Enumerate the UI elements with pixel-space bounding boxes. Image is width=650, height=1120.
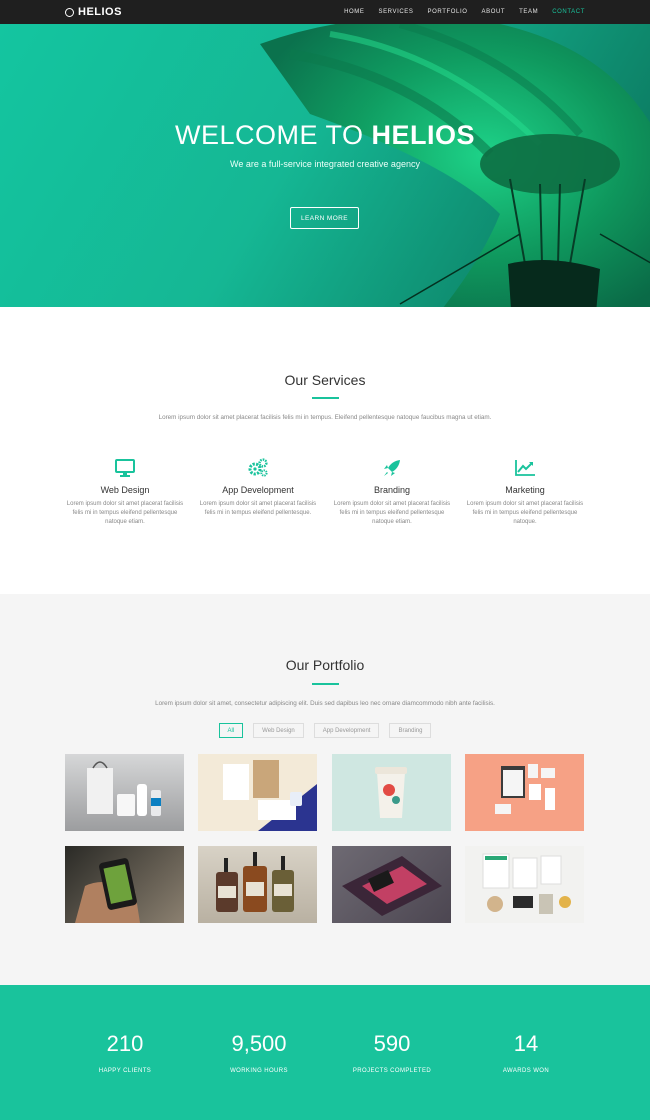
service-name: Marketing xyxy=(505,485,545,495)
services-section: Our Services Lorem ipsum dolor sit amet … xyxy=(0,307,650,594)
stat-working-hours: 9,500 WORKING HOURS xyxy=(189,1031,329,1074)
filter-all[interactable]: All xyxy=(218,723,244,738)
stat-label: AWARDS WON xyxy=(502,1068,550,1074)
hero-subtitle: We are a full-service integrated creativ… xyxy=(230,159,420,169)
gears-icon xyxy=(198,457,318,479)
chart-line-icon xyxy=(465,457,585,479)
portfolio-item-brand-identity[interactable] xyxy=(465,846,584,923)
nav-item-team[interactable]: TEAM xyxy=(519,9,538,15)
nav-item-contact[interactable]: CONTACT xyxy=(552,9,585,15)
service-text: Lorem ipsum dolor sit amet placerat faci… xyxy=(333,501,451,525)
learn-more-button[interactable]: LEARN MORE xyxy=(290,207,359,229)
service-text: Lorem ipsum dolor sit amet placerat faci… xyxy=(66,501,184,525)
filter-branding[interactable]: Branding xyxy=(389,723,432,738)
services-title-underline xyxy=(312,397,339,399)
service-branding: Branding Lorem ipsum dolor sit amet plac… xyxy=(332,457,452,527)
portfolio-item-shopping-bag[interactable] xyxy=(65,754,184,831)
stat-label: PROJECTS COMPLETED xyxy=(352,1068,432,1074)
monitor-icon xyxy=(65,457,185,479)
rocket-icon xyxy=(332,457,452,479)
brand-name: HELIOS xyxy=(78,6,122,18)
portfolio-filters: All Web Design App Development Branding xyxy=(0,723,650,738)
nav-item-services[interactable]: SERVICES xyxy=(378,9,413,15)
portfolio-section: Our Portfolio Lorem ipsum dolor sit amet… xyxy=(0,594,650,985)
hero-section: WELCOME TO HELIOS We are a full-service … xyxy=(0,24,650,307)
nav-item-home[interactable]: HOME xyxy=(344,9,364,15)
service-app-development: App Development Lorem ipsum dolor sit am… xyxy=(198,457,318,518)
portfolio-title: Our Portfolio xyxy=(285,657,365,673)
portfolio-item-bottles[interactable] xyxy=(198,846,317,923)
stat-label: HAPPY CLIENTS xyxy=(98,1068,152,1074)
stat-label: WORKING HOURS xyxy=(230,1068,288,1074)
logo-ring-icon xyxy=(65,7,74,17)
portfolio-item-phone-in-hand[interactable] xyxy=(65,846,184,923)
stat-number: 590 xyxy=(373,1031,411,1056)
stat-number: 14 xyxy=(513,1031,539,1056)
services-title: Our Services xyxy=(284,372,366,388)
stat-awards-won: 14 AWARDS WON xyxy=(456,1031,596,1074)
stats-section: 210 HAPPY CLIENTS 9,500 WORKING HOURS 59… xyxy=(0,985,650,1120)
stat-happy-clients: 210 HAPPY CLIENTS xyxy=(55,1031,195,1074)
services-description: Lorem ipsum dolor sit amet placerat faci… xyxy=(158,414,492,421)
portfolio-item-clipboard-set[interactable] xyxy=(465,754,584,831)
stat-number: 9,500 xyxy=(231,1031,287,1056)
portfolio-title-underline xyxy=(312,683,339,685)
stat-projects-completed: 590 PROJECTS COMPLETED xyxy=(322,1031,462,1074)
service-name: App Development xyxy=(222,485,294,495)
filter-app-development[interactable]: App Development xyxy=(313,723,380,738)
portfolio-description: Lorem ipsum dolor sit amet, consectetur … xyxy=(155,700,495,707)
top-navbar: HELIOS HOME SERVICES PORTFOLIO ABOUT TEA… xyxy=(0,0,650,24)
stat-number: 210 xyxy=(106,1031,144,1056)
brand-logo[interactable]: HELIOS xyxy=(65,6,122,18)
service-marketing: Marketing Lorem ipsum dolor sit amet pla… xyxy=(465,457,585,527)
hero-title: WELCOME TO HELIOS xyxy=(174,120,476,150)
main-menu: HOME SERVICES PORTFOLIO ABOUT TEAM CONTA… xyxy=(344,9,585,15)
portfolio-item-stationery[interactable] xyxy=(198,754,317,831)
service-text: Lorem ipsum dolor sit amet placerat faci… xyxy=(199,501,317,516)
nav-item-portfolio[interactable]: PORTFOLIO xyxy=(428,9,468,15)
service-name: Branding xyxy=(373,485,411,495)
filter-web-design[interactable]: Web Design xyxy=(253,723,304,738)
portfolio-item-coffee-cup[interactable] xyxy=(332,754,451,831)
service-text: Lorem ipsum dolor sit amet placerat faci… xyxy=(466,501,584,525)
service-name: Web Design xyxy=(100,485,150,495)
service-web-design: Web Design Lorem ipsum dolor sit amet pl… xyxy=(65,457,185,527)
portfolio-item-app-screens[interactable] xyxy=(332,846,451,923)
nav-item-about[interactable]: ABOUT xyxy=(481,9,505,15)
